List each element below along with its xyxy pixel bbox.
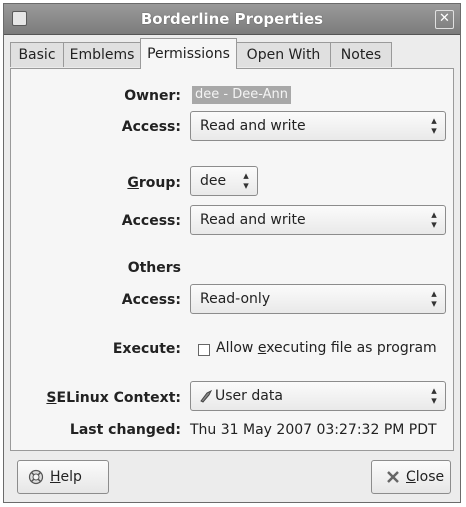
- shield-icon: [199, 389, 213, 403]
- owner-label: Owner:: [124, 88, 181, 104]
- group-value: dee: [200, 173, 227, 189]
- title-bar[interactable]: Borderline Properties ✕: [4, 4, 460, 35]
- last-changed-value: Thu 31 May 2007 03:27:32 PM PDT: [190, 422, 437, 438]
- close-button-label: Close: [406, 469, 444, 485]
- tab-label: Emblems: [69, 47, 135, 63]
- close-button[interactable]: Close: [371, 460, 451, 494]
- close-text: lose: [415, 469, 445, 485]
- selinux-label-mnemonic: S: [46, 390, 57, 406]
- owner-access-dropdown[interactable]: Read and write ▴ ▾: [190, 111, 446, 141]
- help-button-label: Help: [50, 469, 82, 485]
- tab-open-with[interactable]: Open With: [236, 42, 331, 67]
- group-label-text: roup:: [138, 175, 181, 191]
- window-close-icon[interactable]: ✕: [435, 10, 454, 29]
- selinux-label-text: ELinux Context:: [56, 390, 182, 406]
- others-access-value: Read-only: [200, 291, 271, 307]
- updown-arrow-icon: ▴ ▾: [243, 169, 249, 192]
- execute-checkbox[interactable]: [198, 344, 210, 356]
- selinux-context-value: User data: [215, 388, 283, 404]
- tab-basic[interactable]: Basic: [10, 42, 64, 67]
- execute-text-post: xecuting file as program: [266, 340, 437, 356]
- execute-text-pre: Allow: [216, 340, 258, 356]
- selinux-label: SELinux Context:: [28, 390, 181, 406]
- execute-text-mnemonic: e: [257, 340, 267, 356]
- help-mnemonic: H: [50, 469, 61, 485]
- group-access-dropdown[interactable]: Read and write ▴ ▾: [190, 205, 446, 235]
- owner-access-value: Read and write: [200, 118, 306, 134]
- updown-arrow-icon: ▴ ▾: [431, 287, 437, 310]
- updown-arrow-icon: ▴ ▾: [431, 384, 437, 407]
- owner-value: dee - Dee-Ann: [192, 86, 291, 104]
- help-button[interactable]: Help: [17, 460, 109, 494]
- help-text: elp: [60, 469, 82, 485]
- others-access-dropdown[interactable]: Read-only ▴ ▾: [190, 284, 446, 314]
- group-access-value: Read and write: [200, 212, 306, 228]
- close-x-icon: [386, 470, 400, 484]
- tab-emblems[interactable]: Emblems: [63, 42, 141, 67]
- properties-dialog: Borderline Properties ✕ Basic Emblems Pe…: [3, 3, 461, 503]
- others-access-label: Access:: [121, 292, 181, 308]
- last-changed-label: Last changed:: [69, 422, 181, 438]
- tab-permissions[interactable]: Permissions: [140, 38, 237, 69]
- selinux-context-dropdown[interactable]: User data ▴ ▾: [190, 381, 446, 411]
- updown-arrow-icon: ▴ ▾: [431, 114, 437, 137]
- close-mnemonic: C: [406, 469, 416, 485]
- tab-label: Notes: [340, 47, 382, 63]
- help-lifebuoy-icon: [28, 469, 44, 485]
- owner-access-label: Access:: [121, 119, 181, 135]
- group-label: Group:: [74, 175, 181, 191]
- execute-label: Execute:: [112, 341, 181, 357]
- group-access-label: Access:: [121, 213, 181, 229]
- tab-label: Open With: [246, 47, 321, 63]
- tab-label: Basic: [18, 47, 56, 63]
- execute-checkbox-label[interactable]: Allow executing file as program: [216, 340, 437, 356]
- others-label: Others: [127, 260, 181, 276]
- window-title: Borderline Properties: [140, 10, 324, 28]
- tab-bar: Basic Emblems Permissions Open With Note…: [10, 38, 455, 69]
- group-label-mnemonic: G: [127, 175, 139, 191]
- tab-label: Permissions: [147, 46, 230, 62]
- group-dropdown[interactable]: dee ▴ ▾: [190, 166, 258, 196]
- tab-notes[interactable]: Notes: [330, 42, 392, 67]
- updown-arrow-icon: ▴ ▾: [431, 208, 437, 231]
